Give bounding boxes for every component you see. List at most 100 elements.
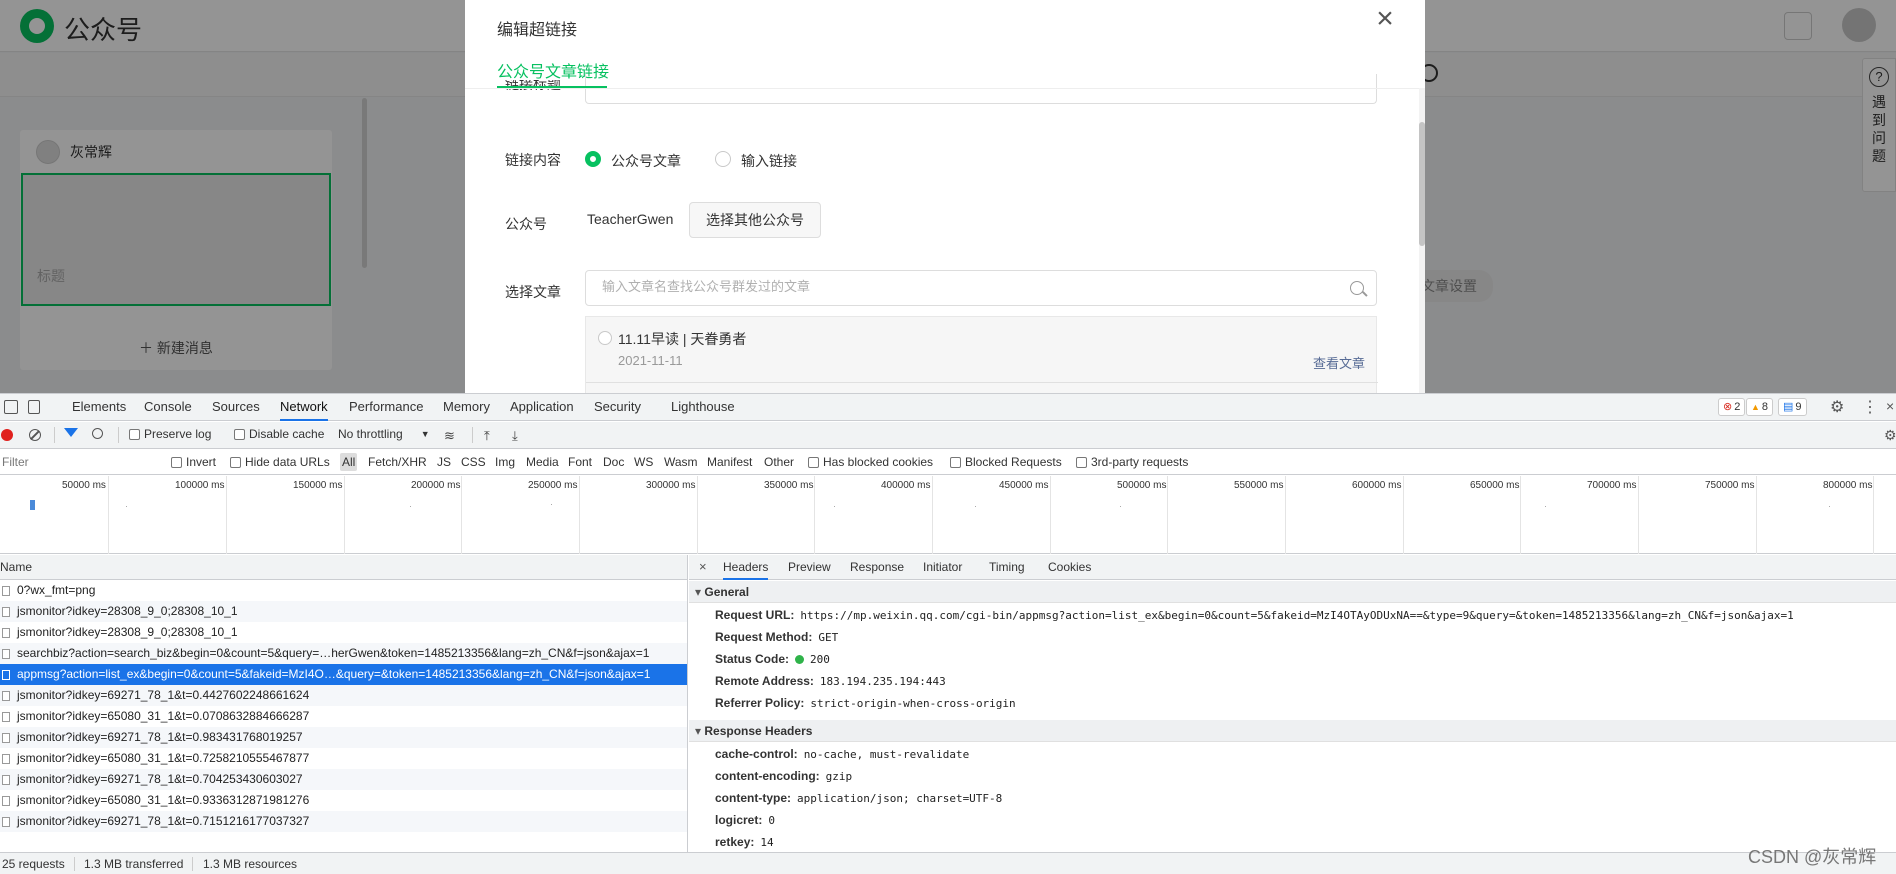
radio-input-link[interactable] [715,151,731,167]
status-separator [74,857,75,871]
import-har-icon[interactable]: ⤒ [484,428,490,444]
filter-icon[interactable] [64,428,78,437]
type-filter-manifest[interactable]: Manifest [705,453,754,471]
type-filter-fetch-xhr[interactable]: Fetch/XHR [366,453,429,471]
choose-other-account-button[interactable]: 选择其他公众号 [689,202,821,238]
network-settings-icon[interactable]: ⚙ [1884,427,1896,444]
type-filter-all[interactable]: All [340,453,358,471]
request-row[interactable]: 0?wx_fmt=png [0,580,687,601]
tab-response[interactable]: Response [850,555,904,580]
message-count-badge[interactable]: 9 [1778,398,1807,416]
request-row[interactable]: jsmonitor?idkey=69271_78_1&t=0.715121617… [0,811,687,832]
request-row[interactable]: jsmonitor?idkey=28308_9_0;28308_10_1 [0,601,687,622]
tab-timing[interactable]: Timing [989,555,1025,580]
tab-preview[interactable]: Preview [788,555,831,580]
overview-gridline [1638,476,1639,554]
request-row[interactable]: jsmonitor?idkey=65080_31_1&t=0.725821055… [0,748,687,769]
tab-elements[interactable]: Elements [72,394,126,421]
checkbox[interactable] [129,428,140,440]
checkbox[interactable] [230,456,241,468]
tab-network[interactable]: Network [280,394,328,421]
overview-gridline [1285,476,1286,554]
close-icon[interactable]: × [1371,4,1399,34]
checkbox[interactable] [1076,456,1087,468]
has-blocked-cookies-checkbox[interactable]: Has blocked cookies [808,455,933,469]
tab-initiator[interactable]: Initiator [923,555,962,580]
type-filter-doc[interactable]: Doc [601,453,626,471]
export-har-icon[interactable]: ⤓ [512,428,518,444]
request-row[interactable]: jsmonitor?idkey=69271_78_1&t=0.704253430… [0,769,687,790]
hide-data-urls-checkbox[interactable]: Hide data URLs [230,455,330,469]
checkbox[interactable] [950,456,961,468]
type-filter-css[interactable]: CSS [459,453,488,471]
article-radio[interactable] [598,331,612,345]
link-title-input[interactable] [585,74,1377,104]
dialog-scrollbar-thumb[interactable] [1419,122,1425,246]
clear-icon[interactable] [29,429,41,441]
general-section-header[interactable]: General [689,581,1896,603]
overview-gridline [697,476,698,554]
tab-security[interactable]: Security [594,394,641,421]
tab-headers[interactable]: Headers [723,555,769,580]
checkbox[interactable] [234,428,245,440]
type-filter-media[interactable]: Media [524,453,561,471]
throttling-select[interactable]: No throttling ▼ [338,427,430,441]
tab-cookies[interactable]: Cookies [1048,555,1091,580]
settings-gear-icon[interactable]: ⚙ [1830,397,1844,417]
network-overview[interactable]: 50000 ms 100000 ms 150000 ms 200000 ms 2… [0,476,1896,554]
type-filter-ws[interactable]: WS [632,453,655,471]
request-row-selected[interactable]: appmsg?action=list_ex&begin=0&count=5&fa… [0,664,687,685]
tab-console[interactable]: Console [144,394,192,421]
tab-sources[interactable]: Sources [212,394,260,421]
preserve-log-checkbox[interactable]: Preserve log [129,427,211,441]
article-search-input[interactable] [602,279,1322,294]
view-article-link[interactable]: 查看文章 [1313,353,1365,372]
checkbox[interactable] [171,456,182,468]
tab-memory[interactable]: Memory [443,394,490,421]
tab-performance[interactable]: Performance [349,394,423,421]
article-list: 11.11早读 | 天眷勇者 2021-11-11 查看文章 [585,316,1378,393]
response-headers-section-header[interactable]: Response Headers [689,720,1896,742]
type-filter-other[interactable]: Other [762,453,796,471]
blocked-requests-checkbox[interactable]: Blocked Requests [950,455,1062,469]
type-filter-wasm[interactable]: Wasm [662,453,700,471]
type-filter-img[interactable]: Img [493,453,517,471]
invert-checkbox[interactable]: Invert [171,455,216,469]
column-header-name[interactable]: Name [0,555,687,580]
invert-label: Invert [186,455,217,469]
tab-application[interactable]: Application [510,394,574,421]
checkbox[interactable] [808,456,819,468]
tab-lighthouse[interactable]: Lighthouse [671,394,735,421]
more-options-icon[interactable]: ⋮ [1862,397,1878,417]
close-devtools-icon[interactable]: × [1886,398,1894,414]
third-party-checkbox[interactable]: 3rd-party requests [1076,455,1188,469]
radio-article[interactable] [585,151,601,167]
content-encoding-key: content-encoding: [715,769,820,783]
overview-tick: 750000 ms [1705,480,1755,491]
overview-gridline [1520,476,1521,554]
inspect-element-icon[interactable] [4,400,18,414]
request-row[interactable]: jsmonitor?idkey=65080_31_1&t=0.933631287… [0,790,687,811]
error-count-badge[interactable]: 2 [1718,398,1746,416]
radio-input-link-label[interactable]: 输入链接 [741,151,797,171]
type-filter-font[interactable]: Font [566,453,594,471]
file-icon [2,754,10,764]
request-row[interactable]: jsmonitor?idkey=69271_78_1&t=0.442760224… [0,685,687,706]
filter-input[interactable] [0,452,160,472]
request-row[interactable]: jsmonitor?idkey=28308_9_0;28308_10_1 [0,622,687,643]
type-filter-js[interactable]: JS [435,453,453,471]
request-row[interactable]: jsmonitor?idkey=69271_78_1&t=0.983431768… [0,727,687,748]
request-row[interactable]: jsmonitor?idkey=65080_31_1&t=0.070863288… [0,706,687,727]
overview-dot [1120,506,1121,507]
warning-count-badge[interactable]: 8 [1746,398,1774,416]
close-detail-icon[interactable]: × [699,555,707,580]
device-toolbar-icon[interactable] [28,400,40,414]
dialog-title: 编辑超链接 [497,22,578,39]
search-network-icon[interactable] [92,428,103,439]
radio-article-label[interactable]: 公众号文章 [611,151,681,171]
disable-cache-checkbox[interactable]: Disable cache [234,427,324,441]
search-icon[interactable] [1350,281,1364,295]
request-row[interactable]: searchbiz?action=search_biz&begin=0&coun… [0,643,687,664]
wifi-icon[interactable]: ≋ [444,428,455,444]
record-icon[interactable] [1,429,13,441]
